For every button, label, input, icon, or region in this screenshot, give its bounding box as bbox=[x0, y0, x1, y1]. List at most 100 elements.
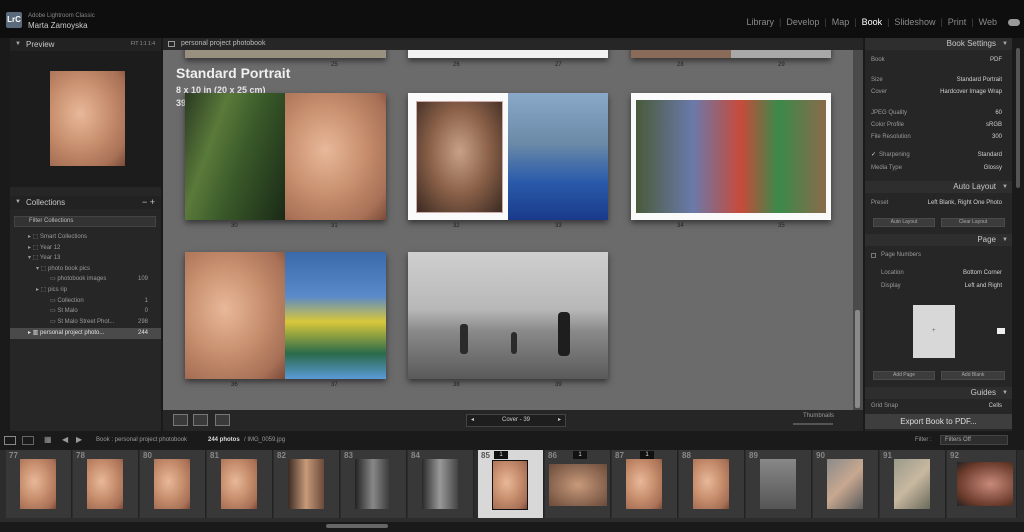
page-36[interactable] bbox=[185, 252, 285, 379]
spread-32-33[interactable] bbox=[408, 93, 608, 220]
filmstrip-thumb[interactable]: 77 bbox=[6, 450, 72, 518]
collection-row[interactable]: ▭ Collection 1 bbox=[10, 296, 161, 307]
filmstrip-thumb[interactable]: 89 bbox=[746, 450, 812, 518]
grid-view-icon[interactable]: ▦ bbox=[44, 435, 52, 444]
filmstrip-thumb[interactable]: 88 bbox=[679, 450, 745, 518]
template-picker-icon[interactable] bbox=[997, 328, 1005, 334]
module-book[interactable]: Book bbox=[857, 17, 888, 27]
filmstrip-thumb[interactable]: 90 bbox=[813, 450, 879, 518]
grid-snap-select[interactable]: Grid Snap Cells bbox=[871, 402, 1006, 411]
collection-row[interactable]: ▸ ⬚ Smart Collections bbox=[10, 232, 161, 243]
spread-partial[interactable] bbox=[631, 50, 831, 58]
guides-header[interactable]: Guides ▼ bbox=[865, 387, 1012, 399]
add-page-button[interactable]: Add Page bbox=[873, 371, 935, 380]
page-number: 37 bbox=[331, 382, 338, 388]
module-slideshow[interactable]: Slideshow bbox=[889, 17, 940, 27]
collection-row-selected[interactable]: ▸ ▥ personal project photo... 244 bbox=[10, 328, 161, 339]
book-toolbar: ◂ Cover - 39 ▸ Thumbnails bbox=[163, 410, 863, 431]
page-header[interactable]: Page ▼ bbox=[865, 234, 1012, 246]
sharpening-checkbox[interactable]: ✓ Sharpening Standard bbox=[871, 151, 1006, 160]
page-navigator[interactable]: ◂ Cover - 39 ▸ bbox=[466, 414, 566, 427]
book-header: personal project photobook bbox=[163, 38, 863, 50]
module-library[interactable]: Library bbox=[741, 17, 779, 27]
spread-30-31[interactable] bbox=[185, 93, 386, 220]
page-number: 39 bbox=[555, 382, 562, 388]
page-numbers-checkbox[interactable]: Page Numbers bbox=[871, 251, 1006, 260]
spread-view-button[interactable] bbox=[193, 414, 208, 426]
filmstrip-thumb[interactable]: 80 bbox=[140, 450, 206, 518]
clear-layout-button[interactable]: Clear Layout bbox=[941, 218, 1005, 227]
export-book-button[interactable]: Export Book to PDF... bbox=[865, 414, 1012, 429]
add-collection-icon[interactable]: − + bbox=[142, 196, 155, 209]
page-30[interactable] bbox=[185, 93, 285, 220]
filmstrip-thumb[interactable]: 92 bbox=[947, 450, 1017, 518]
media-type-select[interactable]: Media Type Glossy bbox=[871, 164, 1006, 173]
preview-zoom-options[interactable]: FIT 1:1 1:4 bbox=[131, 38, 155, 51]
book-icon bbox=[168, 41, 175, 47]
collection-row[interactable]: ▭ photobook images 109 bbox=[10, 274, 161, 285]
collection-row[interactable]: ▾ ⬚ photo book pics bbox=[10, 264, 161, 275]
filmstrip-thumb[interactable]: 81 bbox=[207, 450, 273, 518]
size-select[interactable]: Size Standard Portrait bbox=[871, 76, 1006, 85]
spread-36-37[interactable] bbox=[185, 252, 386, 379]
page-31[interactable] bbox=[285, 93, 386, 220]
right-scrollbar[interactable] bbox=[1014, 38, 1024, 431]
collection-row[interactable]: ▸ ⬚ pics rip bbox=[10, 285, 161, 296]
collection-row[interactable]: ▭ St Malo 0 bbox=[10, 306, 161, 317]
spread-partial[interactable] bbox=[408, 50, 608, 58]
page-32[interactable] bbox=[416, 101, 503, 213]
filmstrip-thumb[interactable]: 78 bbox=[73, 450, 139, 518]
multi-page-view-button[interactable] bbox=[173, 414, 188, 426]
spread-34-35[interactable] bbox=[631, 93, 831, 220]
main-window-icon[interactable] bbox=[4, 436, 16, 445]
second-window-icon[interactable] bbox=[22, 436, 34, 445]
book-format-select[interactable]: Book PDF bbox=[871, 56, 1006, 65]
filmstrip-thumb[interactable]: 91 bbox=[880, 450, 946, 518]
cloud-icon[interactable] bbox=[1008, 18, 1020, 26]
back-arrow-icon[interactable]: ◀ bbox=[62, 435, 68, 444]
jpeg-quality-slider[interactable]: JPEG Quality 60 bbox=[871, 109, 1006, 118]
filmstrip-thumb[interactable]: 84 bbox=[408, 450, 474, 518]
filter-select[interactable]: Filters Off bbox=[940, 435, 1008, 445]
page-template-preview[interactable]: + bbox=[913, 305, 955, 358]
file-resolution-field[interactable]: File Resolution 300 bbox=[871, 133, 1006, 142]
collections-header[interactable]: ▼ Collections − + bbox=[10, 196, 161, 209]
cover-select[interactable]: Cover Hardcover Image Wrap bbox=[871, 88, 1006, 97]
auto-layout-button[interactable]: Auto Layout bbox=[873, 218, 935, 227]
spread-38-39[interactable] bbox=[408, 252, 608, 379]
filmstrip-scrollbar[interactable] bbox=[0, 522, 1024, 532]
page-37[interactable] bbox=[285, 252, 386, 379]
module-develop[interactable]: Develop bbox=[781, 17, 824, 27]
preset-select[interactable]: Preset Left Blank, Right One Photo bbox=[871, 199, 1006, 208]
module-map[interactable]: Map bbox=[827, 17, 855, 27]
source-path[interactable]: Book : personal project photobook bbox=[96, 437, 187, 443]
auto-layout-header[interactable]: Auto Layout ▼ bbox=[865, 181, 1012, 193]
next-page-icon[interactable]: ▸ bbox=[558, 415, 561, 426]
color-profile-select[interactable]: Color Profile sRGB bbox=[871, 121, 1006, 130]
prev-page-icon[interactable]: ◂ bbox=[471, 415, 474, 426]
forward-arrow-icon[interactable]: ▶ bbox=[76, 435, 82, 444]
filmstrip-thumb-selected[interactable]: 85 1 bbox=[478, 450, 544, 518]
location-select[interactable]: Location Bottom Corner bbox=[871, 269, 1006, 278]
grid-scroll-thumb[interactable] bbox=[855, 310, 860, 408]
filter-collections[interactable]: Filter Collections bbox=[14, 216, 156, 227]
module-print[interactable]: Print bbox=[943, 17, 972, 27]
spread-partial[interactable] bbox=[185, 50, 386, 58]
add-blank-button[interactable]: Add Blank bbox=[941, 371, 1005, 380]
display-select[interactable]: Display Left and Right bbox=[871, 282, 1006, 291]
book-settings-header[interactable]: Book Settings ▼ bbox=[865, 38, 1012, 50]
collection-row[interactable]: ▸ ⬚ Year 12 bbox=[10, 243, 161, 254]
thumbnails-slider[interactable] bbox=[793, 423, 833, 425]
single-page-view-button[interactable] bbox=[215, 414, 230, 426]
page-34-35-photo[interactable] bbox=[636, 100, 826, 213]
filmstrip-thumb[interactable]: 83 bbox=[341, 450, 407, 518]
collection-row[interactable]: ▭ St Malo Street Phot... 298 bbox=[10, 317, 161, 328]
collection-row[interactable]: ▾ ⬚ Year 13 bbox=[10, 253, 161, 264]
filmstrip-thumb[interactable]: 87 1 bbox=[612, 450, 678, 518]
module-web[interactable]: Web bbox=[974, 17, 1002, 27]
filmstrip-thumb[interactable]: 82 bbox=[274, 450, 340, 518]
filmstrip-thumb[interactable]: 86 1 bbox=[545, 450, 611, 518]
preview-header[interactable]: ▼ Preview FIT 1:1 1:4 bbox=[10, 38, 161, 51]
page-33[interactable] bbox=[508, 93, 608, 220]
filmstrip-scroll-thumb[interactable] bbox=[326, 524, 388, 528]
